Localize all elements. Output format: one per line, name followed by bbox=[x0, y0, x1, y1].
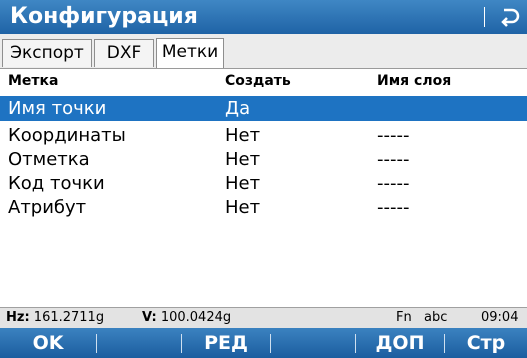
table-row[interactable]: Атрибут Нет ----- bbox=[0, 195, 527, 220]
row-layer: ----- bbox=[377, 173, 410, 194]
edit-button[interactable]: РЕД bbox=[182, 328, 270, 358]
row-create: Нет bbox=[225, 197, 261, 218]
window-title: Конфигурация bbox=[10, 4, 198, 29]
softkey-bar: OK РЕД ДОП Стр bbox=[0, 328, 527, 358]
row-layer: ----- bbox=[377, 125, 410, 146]
row-label: Атрибут bbox=[8, 197, 87, 218]
hz-readout: Hz: 161.2711g bbox=[6, 308, 104, 328]
column-header-layer: Имя слоя bbox=[377, 73, 452, 89]
column-header-label: Метка bbox=[8, 73, 59, 89]
column-header-create: Создать bbox=[225, 73, 291, 89]
table-row[interactable]: Отметка Нет ----- bbox=[0, 147, 527, 172]
row-create: Нет bbox=[225, 125, 261, 146]
v-readout: V: 100.0424g bbox=[142, 308, 231, 328]
hz-value: 161.2711g bbox=[33, 310, 105, 325]
softkey-f4[interactable] bbox=[271, 328, 355, 358]
fn-indicator: Fn bbox=[396, 310, 412, 325]
tab-labels[interactable]: Метки bbox=[156, 38, 224, 68]
title-bar: Конфигурация bbox=[0, 0, 527, 34]
row-label: Координаты bbox=[8, 125, 126, 146]
row-layer: ----- bbox=[377, 149, 410, 170]
clock: 09:04 bbox=[481, 310, 519, 325]
row-label: Имя точки bbox=[8, 98, 107, 119]
row-layer: ----- bbox=[377, 197, 410, 218]
table-row[interactable]: Имя точки Да bbox=[0, 96, 527, 121]
status-bar: Hz: 161.2711g V: 100.0424g Fn abc 09:04 bbox=[0, 307, 527, 328]
return-arrow-icon bbox=[501, 8, 520, 27]
v-label: V: bbox=[142, 310, 157, 325]
row-label: Отметка bbox=[8, 149, 90, 170]
hz-label: Hz: bbox=[6, 310, 30, 325]
table-header: Метка Создать Имя слоя bbox=[0, 69, 527, 94]
title-divider bbox=[484, 7, 485, 27]
softkey-f2[interactable] bbox=[97, 328, 181, 358]
tab-dxf[interactable]: DXF bbox=[94, 39, 154, 67]
more-button[interactable]: ДОП bbox=[356, 328, 444, 358]
row-label: Код точки bbox=[8, 173, 105, 194]
ok-button[interactable]: OK bbox=[0, 328, 96, 358]
v-value: 100.0424g bbox=[160, 310, 232, 325]
tab-export[interactable]: Экспорт bbox=[2, 39, 92, 67]
input-mode-indicator: abc bbox=[424, 310, 448, 325]
row-create: Нет bbox=[225, 173, 261, 194]
page-button[interactable]: Стр bbox=[445, 328, 527, 358]
table-row[interactable]: Координаты Нет ----- bbox=[0, 123, 527, 148]
row-create: Да bbox=[225, 98, 251, 119]
tab-bar: Экспорт DXF Метки bbox=[0, 34, 527, 69]
row-create: Нет bbox=[225, 149, 261, 170]
back-button[interactable] bbox=[490, 0, 527, 34]
table-row[interactable]: Код точки Нет ----- bbox=[0, 171, 527, 196]
